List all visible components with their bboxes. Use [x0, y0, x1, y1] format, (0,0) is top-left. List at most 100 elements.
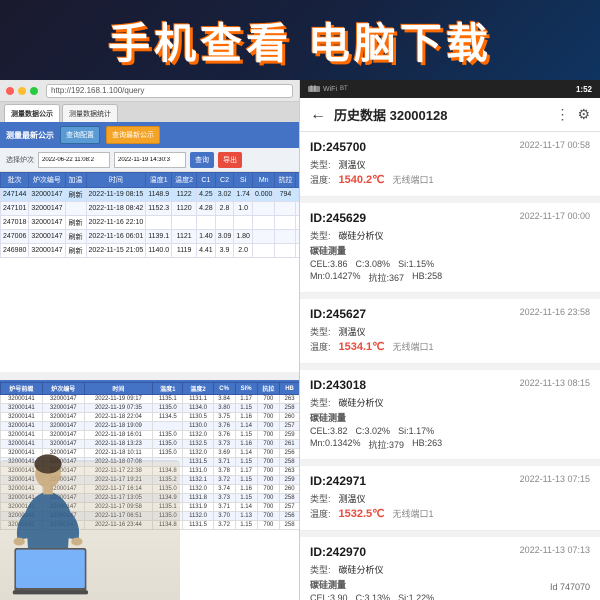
- table-cell: 700: [257, 503, 279, 512]
- table-cell: 1.15: [235, 476, 257, 485]
- table-cell: 258: [280, 458, 300, 467]
- bh-c: C%: [213, 383, 235, 395]
- tab-history-data[interactable]: 测量数据公示: [4, 104, 60, 122]
- col-header-batch: 批次: [1, 173, 29, 188]
- top-banner: 手机查看 电脑下载: [0, 0, 600, 80]
- table-cell: [146, 216, 172, 230]
- tabs-row: 测量数据公示 测量数据统计: [0, 102, 299, 122]
- table-cell: 32000141: [1, 395, 43, 404]
- tab-statistics[interactable]: 测量数据统计: [62, 104, 118, 122]
- col-header-c1: C1: [197, 173, 216, 188]
- mobile-card[interactable]: ID:2456292022-11-17 00:00类型:碳硅分析仪碳硅测量CEL…: [300, 203, 600, 293]
- card-data-section-label: 碳硅测量: [310, 244, 590, 257]
- bh-time: 时间: [84, 383, 153, 395]
- col-header-si: Si: [234, 173, 253, 188]
- table-cell: 32000141: [1, 404, 43, 413]
- table-cell: 259: [280, 476, 300, 485]
- mobile-card[interactable]: ID:2456272022-11-16 23:58类型:测温仪温度:1534.1…: [300, 299, 600, 364]
- mobile-card[interactable]: ID:2457002022-11-17 00:58类型:测温仪温度:1540.2…: [300, 132, 600, 197]
- mobile-card[interactable]: ID:2429712022-11-13 07:15类型:测温仪温度:1532.5…: [300, 466, 600, 531]
- card-header: ID:2429712022-11-13 07:15: [310, 474, 590, 488]
- card-type-value: 碳硅分析仪: [339, 229, 384, 242]
- col-header-furnace: 炉次编号: [29, 173, 65, 188]
- card-id: ID:245629: [310, 211, 366, 225]
- card-datetime: 2022-11-17 00:00: [520, 211, 590, 221]
- table-cell: 32000147: [29, 216, 65, 230]
- table-cell: 1131.1: [183, 395, 213, 404]
- table-cell: 256: [280, 449, 300, 458]
- card-header: ID:2456272022-11-16 23:58: [310, 307, 590, 321]
- table-cell: 3.80: [213, 404, 235, 413]
- table-cell: 258: [280, 494, 300, 503]
- table-cell: 32000147: [29, 202, 65, 216]
- table-cell: 700: [257, 449, 279, 458]
- table-cell: 256: [280, 512, 300, 521]
- table-cell: 258: [280, 521, 300, 530]
- card-data-item: Si:1.15%: [398, 259, 434, 269]
- export-button[interactable]: 导出: [218, 152, 242, 168]
- card-type-label: 类型:: [310, 563, 331, 576]
- more-icon[interactable]: ⋮: [555, 106, 569, 123]
- date-end-input[interactable]: [114, 152, 186, 168]
- table-cell: 700: [257, 512, 279, 521]
- table-cell: 1.14: [235, 422, 257, 431]
- card-type-value: 测温仪: [339, 492, 366, 505]
- data-table: 批次 炉次编号 加温 时间 温度1 温度2 C1 C2 Si Mn 抗拉 HB …: [0, 172, 299, 258]
- table-cell: 1131.0: [183, 467, 213, 476]
- card-type-row: 类型:测温仪: [310, 158, 590, 171]
- table-cell: [275, 244, 296, 258]
- table-cell: 257: [280, 422, 300, 431]
- query-button[interactable]: 查询: [190, 152, 214, 168]
- table-cell: 2022-11-19 09:17: [84, 395, 153, 404]
- card-temp-value: 1534.1℃: [339, 340, 385, 353]
- mobile-card-list[interactable]: ID:2457002022-11-17 00:58类型:测温仪温度:1540.2…: [300, 132, 600, 600]
- card-data-row-2: Mn:0.1427%抗拉:367HB:258: [310, 271, 590, 284]
- table-row: 32000141320001472022-11-19 07:351135.011…: [1, 404, 300, 413]
- status-time: 1:52: [576, 85, 592, 94]
- card-header: ID:245629 2022-11-17 00:00: [310, 211, 590, 225]
- table-cell: 1.14: [235, 449, 257, 458]
- table-cell: [197, 216, 216, 230]
- config-button[interactable]: 查询配置: [60, 126, 100, 144]
- table-cell: 1131.5: [183, 521, 213, 530]
- col-header-t1: 温度1: [146, 173, 172, 188]
- table-cell: 3.73: [213, 440, 235, 449]
- table-cell: 2022-11-16 22:10: [86, 216, 146, 230]
- table-cell: 263: [280, 467, 300, 476]
- toolbar-title: 测量最新公示: [6, 130, 54, 141]
- table-cell: 700: [257, 431, 279, 440]
- col-header-mn: Mn: [252, 173, 275, 188]
- card-id: ID:243018: [310, 378, 366, 392]
- card-id: ID:245700: [310, 140, 366, 154]
- bh-hb: HB: [280, 383, 300, 395]
- back-button[interactable]: ←: [310, 106, 326, 124]
- table-cell: [215, 216, 234, 230]
- status-icons-left: ▌▌ WiFi BT: [308, 86, 348, 93]
- date-start-input[interactable]: [38, 152, 110, 168]
- data-table-container[interactable]: 批次 炉次编号 加温 时间 温度1 温度2 C1 C2 Si Mn 抗拉 HB …: [0, 172, 299, 372]
- table-cell: 32000147: [42, 422, 84, 431]
- table-cell: 700: [257, 476, 279, 485]
- table-cell: 258: [280, 404, 300, 413]
- table-cell: 32000147: [29, 244, 65, 258]
- table-cell: [234, 216, 253, 230]
- table-cell: 1.17: [235, 395, 257, 404]
- table-row: 32000141320001472022-11-18 19:091130.03.…: [1, 422, 300, 431]
- refresh-button[interactable]: 查询最新公示: [106, 126, 160, 144]
- settings-icon[interactable]: ⚙: [577, 106, 590, 123]
- card-port-label: 无线端口1: [393, 173, 434, 186]
- left-panel-desktop: http://192.168.1.100/query 测量数据公示 测量数据统计…: [0, 80, 300, 600]
- browser-minimize-dot: [18, 87, 26, 95]
- table-cell: 0.000: [252, 188, 275, 202]
- table-cell: 1.16: [235, 440, 257, 449]
- card-data-item: Mn:0.1427%: [310, 271, 361, 284]
- table-cell: [296, 216, 299, 230]
- url-text: http://192.168.1.100/query: [51, 86, 144, 95]
- browser-url-bar[interactable]: http://192.168.1.100/query: [46, 84, 293, 98]
- table-cell: 3.78: [213, 467, 235, 476]
- mobile-card[interactable]: ID:2430182022-11-13 08:15类型:碳硅分析仪碳硅测量CEL…: [300, 370, 600, 460]
- card-data-item: CEL:3.86: [310, 259, 348, 269]
- table-cell: 2.0: [234, 244, 253, 258]
- card-header: ID:2429702022-11-13 07:13: [310, 545, 590, 559]
- table-cell: 1134.0: [183, 404, 213, 413]
